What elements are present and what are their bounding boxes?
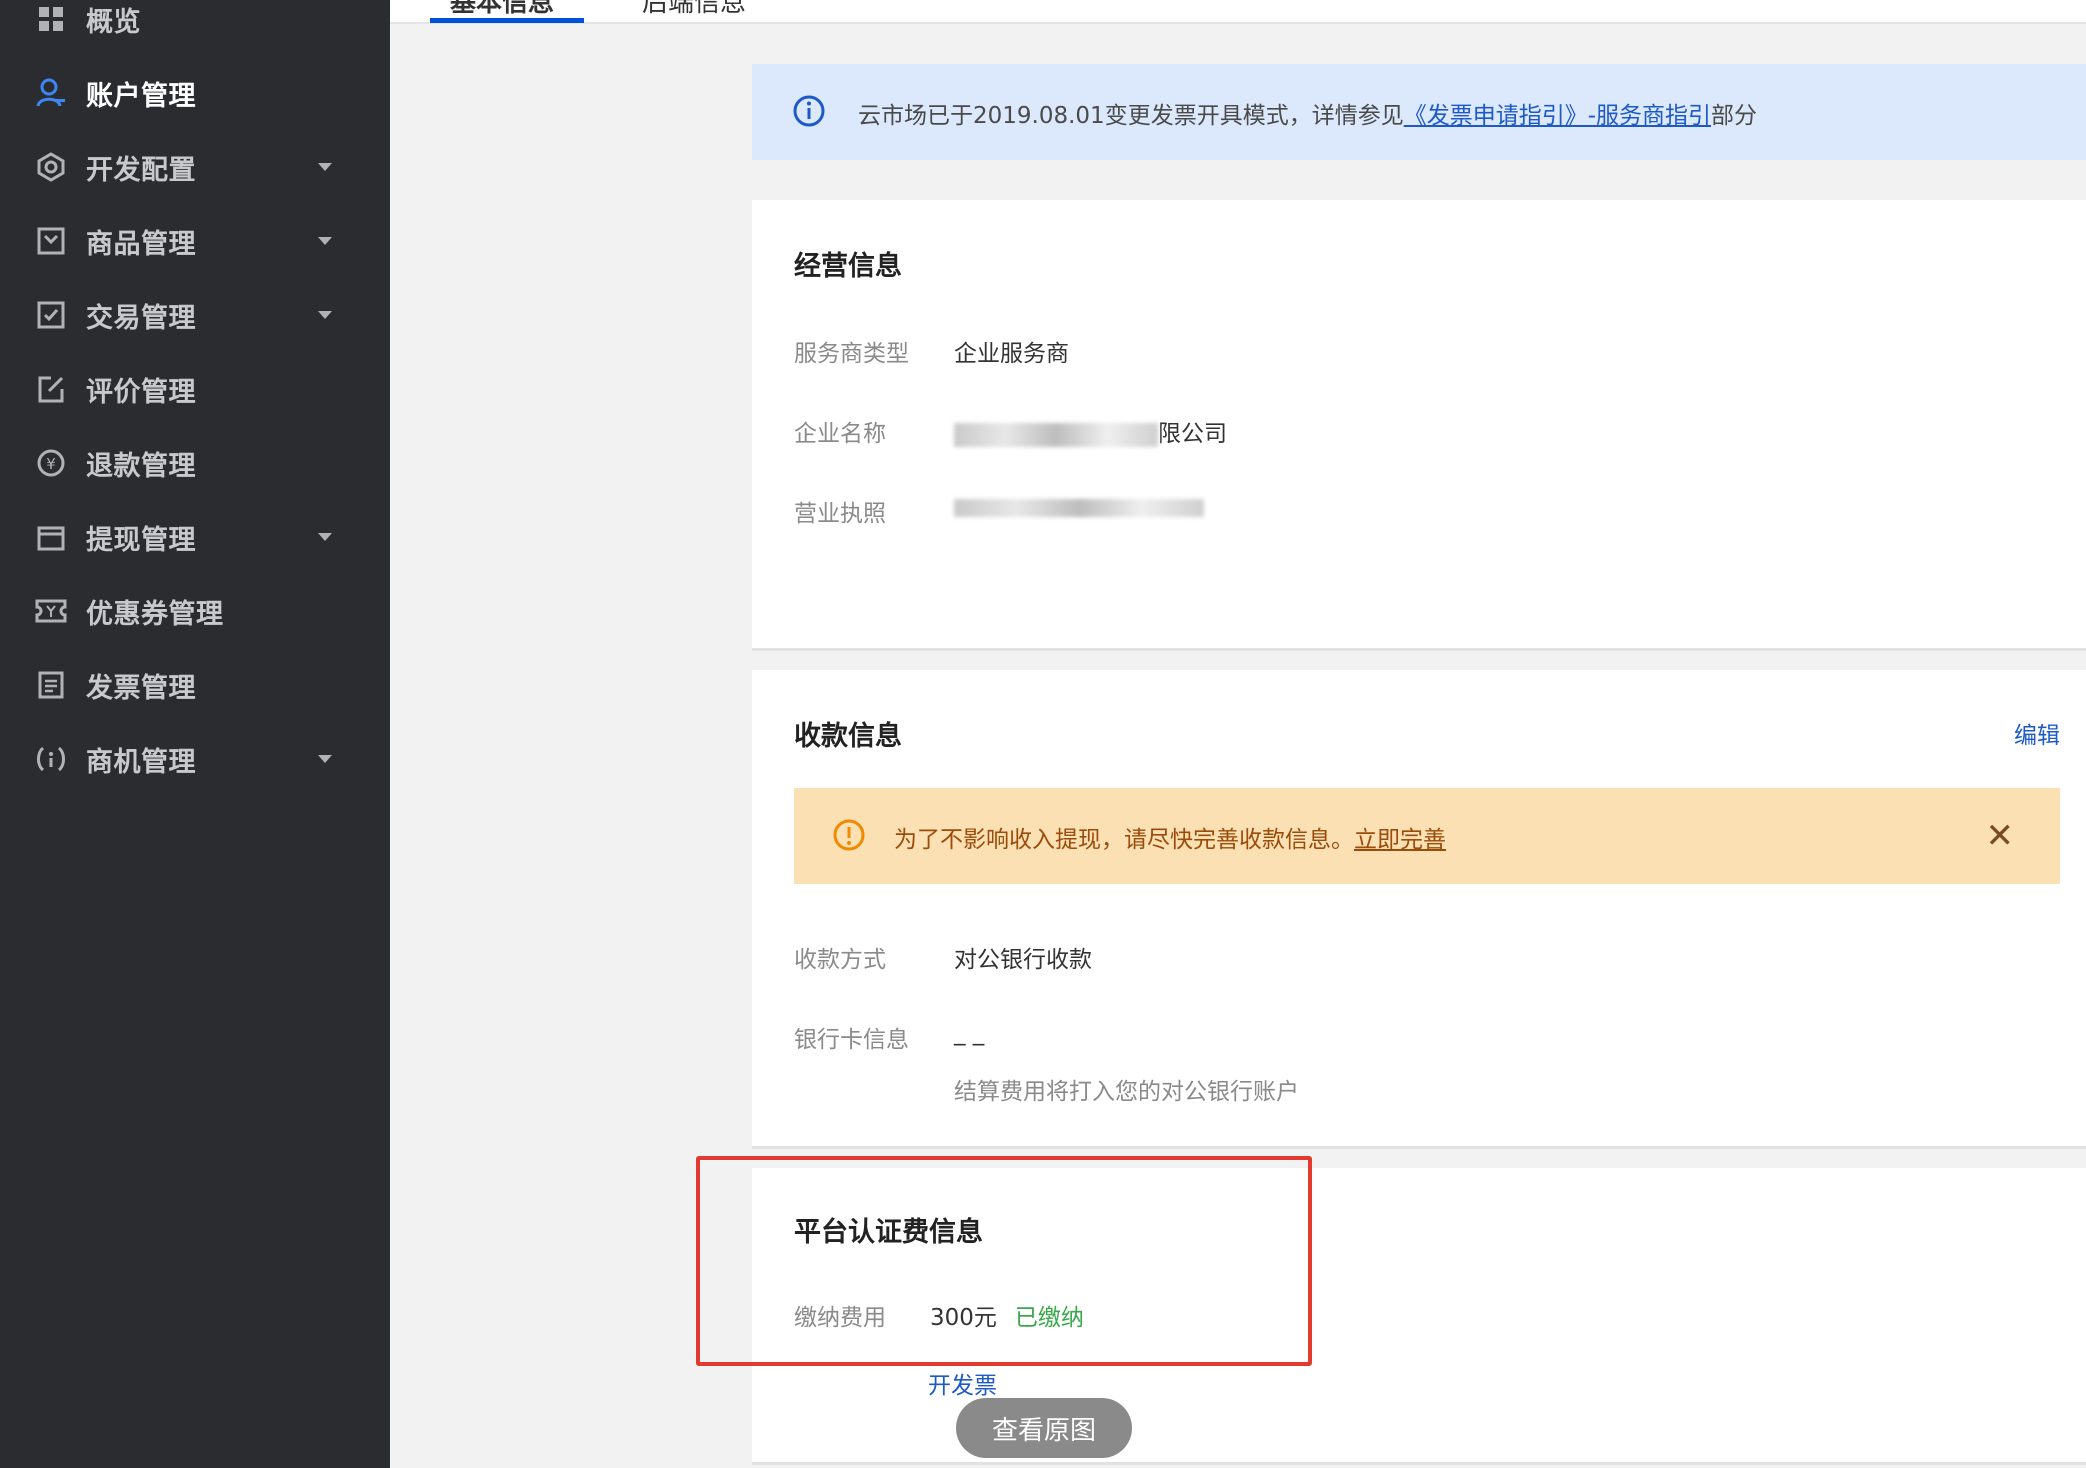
info-banner-text: 云市场已于2019.08.01变更发票开具模式，详情参见《发票申请指引》-服务商… — [858, 96, 1757, 130]
status-badge: 已缴纳 — [1014, 1305, 1084, 1331]
field-value: 对公银行收款 — [954, 947, 1092, 973]
edit-icon — [34, 372, 68, 406]
sidebar-item-opportunities[interactable]: 商机管理 — [0, 722, 390, 796]
chevron-down-icon — [318, 311, 332, 319]
sidebar-item-label: 评价管理 — [86, 376, 196, 408]
invoice-icon — [34, 668, 68, 702]
redacted-text — [954, 422, 1158, 447]
sidebar-item-label: 退款管理 — [86, 450, 196, 482]
warning-icon — [832, 818, 866, 856]
field-label: 收款方式 — [794, 947, 886, 973]
field-label: 企业名称 — [794, 421, 886, 447]
refund-icon: ¥ — [34, 446, 68, 480]
bank-hint: 结算费用将打入您的对公银行账户 — [954, 1079, 1299, 1105]
transaction-icon — [34, 298, 68, 332]
sidebar-item-label: 商机管理 — [86, 746, 196, 778]
sidebar-item-label: 概览 — [86, 6, 141, 38]
warning-banner: 为了不影响收入提现，请尽快完善收款信息。立即完善 ✕ — [794, 788, 2060, 884]
issue-invoice-link[interactable]: 开发票 — [928, 1366, 997, 1400]
close-icon[interactable]: ✕ — [1986, 816, 2015, 856]
coupon-icon — [34, 594, 68, 628]
dashboard-icon — [34, 2, 68, 36]
field-label: 缴纳费用 — [794, 1305, 886, 1331]
invoice-guide-link[interactable]: 《发票申请指引》-服务商指引 — [1404, 103, 1711, 129]
license-value — [954, 494, 1204, 520]
warning-message: 为了不影响收入提现，请尽快完善收款信息。 — [894, 827, 1354, 853]
sidebar-item-label: 商品管理 — [86, 228, 196, 260]
fee-value-line: 300元 已缴纳 — [930, 1298, 1084, 1332]
sidebar-item-label: 优惠券管理 — [86, 598, 224, 630]
active-tab-indicator — [430, 18, 584, 23]
view-original-button[interactable]: 查看原图 — [956, 1398, 1132, 1458]
svg-text:¥: ¥ — [46, 455, 56, 473]
warning-text: 为了不影响收入提现，请尽快完善收款信息。立即完善 — [894, 820, 1446, 854]
chevron-down-icon — [318, 755, 332, 763]
chevron-down-icon — [318, 163, 332, 171]
product-icon — [34, 224, 68, 258]
sidebar-item-reviews[interactable]: 评价管理 — [0, 352, 390, 426]
card-title: 经营信息 — [794, 251, 902, 282]
info-icon — [792, 94, 826, 132]
platform-fee-card: 平台认证费信息 缴纳费用 300元 已缴纳 — [752, 1168, 2086, 1465]
card-title: 平台认证费信息 — [794, 1217, 983, 1248]
edit-link[interactable]: 编辑 — [2014, 716, 2060, 750]
sidebar-item-account[interactable]: 账户管理 — [0, 56, 390, 130]
sidebar-item-dev-config[interactable]: 开发配置 — [0, 130, 390, 204]
sidebar-item-label: 提现管理 — [86, 524, 196, 556]
sidebar-item-label: 开发配置 — [86, 154, 196, 186]
sidebar-item-transactions[interactable]: 交易管理 — [0, 278, 390, 352]
company-name-value: 限公司 — [954, 414, 1227, 448]
sidebar-item-invoices[interactable]: 发票管理 — [0, 648, 390, 722]
opportunity-icon — [34, 742, 68, 776]
field-value: 企业服务商 — [954, 341, 1069, 367]
sidebar-item-label: 发票管理 — [86, 672, 196, 704]
info-banner: 云市场已于2019.08.01变更发票开具模式，详情参见《发票申请指引》-服务商… — [752, 64, 2086, 160]
user-icon — [34, 76, 68, 110]
info-banner-message: 云市场已于2019.08.01变更发票开具模式，详情参见 — [858, 103, 1404, 129]
sidebar-item-refunds[interactable]: ¥ 退款管理 — [0, 426, 390, 500]
company-name-suffix: 限公司 — [1158, 421, 1227, 447]
redacted-text — [954, 498, 1204, 517]
chevron-down-icon — [318, 533, 332, 541]
fee-amount: 300元 — [930, 1305, 997, 1331]
card-title: 收款信息 — [794, 721, 902, 752]
complete-now-link[interactable]: 立即完善 — [1354, 827, 1446, 853]
field-label: 服务商类型 — [794, 341, 909, 367]
sidebar-item-label: 交易管理 — [86, 302, 196, 334]
field-value: _ _ — [954, 1020, 985, 1046]
business-info-card: 经营信息 服务商类型 企业服务商 企业名称 限公司 营业执照 — [752, 200, 2086, 651]
settings-icon — [34, 150, 68, 184]
sidebar-item-withdrawals[interactable]: 提现管理 — [0, 500, 390, 574]
tab-bar: 基本信息 后端信息 — [390, 0, 2086, 24]
payment-info-card: 收款信息 编辑 为了不影响收入提现，请尽快完善收款信息。立即完善 ✕ 收款方式 … — [752, 670, 2086, 1149]
chevron-down-icon — [318, 237, 332, 245]
tab-basic-info[interactable]: 基本信息 — [450, 0, 554, 19]
sidebar-item-label: 账户管理 — [86, 80, 196, 112]
sidebar-item-coupons[interactable]: 优惠券管理 — [0, 574, 390, 648]
field-label: 银行卡信息 — [794, 1027, 909, 1053]
sidebar-item-products[interactable]: 商品管理 — [0, 204, 390, 278]
wallet-icon — [34, 520, 68, 554]
field-label: 营业执照 — [794, 501, 886, 527]
tab-backend-info[interactable]: 后端信息 — [642, 0, 746, 19]
sidebar-item-overview[interactable]: 概览 — [0, 0, 390, 56]
info-banner-suffix: 部分 — [1711, 103, 1758, 129]
sidebar: 概览 账户管理 开发配置 商品管理 交易管理 评价管理 ¥ 退款管理 提现管理 … — [0, 0, 390, 1468]
